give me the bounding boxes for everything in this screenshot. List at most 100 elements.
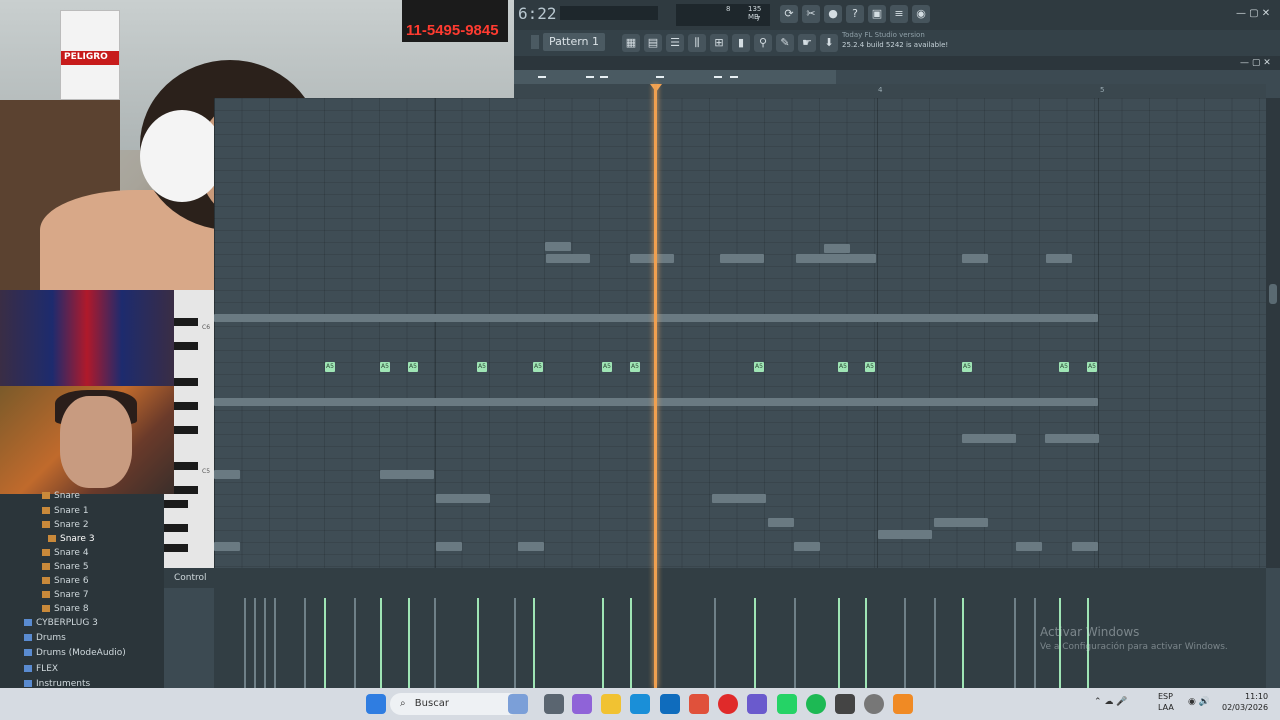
note-a5[interactable]: A5 [1087, 362, 1097, 372]
edge-icon[interactable] [630, 694, 650, 714]
note[interactable] [518, 542, 544, 551]
piano-roll-window-controls[interactable]: — ▢ ✕ [1240, 58, 1271, 68]
task-view-icon[interactable] [544, 694, 564, 714]
language-indicator[interactable]: ESP LAA [1158, 691, 1174, 713]
activate-windows-subtitle: Ve a Configuración para activar Windows. [1040, 642, 1228, 652]
mic-icon[interactable]: ● [824, 5, 842, 23]
browser-item[interactable]: Snare [42, 491, 80, 501]
help-icon[interactable]: ? [846, 5, 864, 23]
widgets-icon[interactable] [508, 694, 528, 714]
discord-icon[interactable] [747, 694, 767, 714]
pattern-selector[interactable]: Pattern 1 [543, 33, 605, 51]
note[interactable] [545, 242, 571, 251]
browser-item[interactable]: Snare 8 [42, 604, 89, 614]
note[interactable] [962, 434, 1016, 443]
note[interactable] [1046, 254, 1072, 263]
control-lane-label[interactable]: Control [164, 568, 216, 588]
note-a5[interactable]: A5 [477, 362, 487, 372]
window-controls[interactable]: — ▢ ✕ [1236, 8, 1270, 19]
timeline-ruler[interactable]: 4 5 [514, 84, 1266, 98]
note[interactable] [796, 254, 876, 263]
save-icon[interactable]: ▣ [868, 5, 886, 23]
note[interactable] [380, 470, 434, 479]
piano-roll-icon[interactable]: ▤ [644, 34, 662, 52]
copilot-icon[interactable] [572, 694, 592, 714]
note-a5[interactable]: A5 [408, 362, 418, 372]
note[interactable] [214, 542, 240, 551]
note[interactable] [1016, 542, 1042, 551]
activate-windows-title: Activar Windows [1040, 625, 1140, 639]
office-icon[interactable] [689, 694, 709, 714]
browser-item[interactable]: Snare 4 [42, 548, 89, 558]
note-a5[interactable]: A5 [630, 362, 640, 372]
note-a5[interactable]: A5 [602, 362, 612, 372]
download-icon[interactable]: ⬇ [820, 34, 838, 52]
opera-icon[interactable] [718, 694, 738, 714]
browser-folder[interactable]: CYBERPLUG 3 [24, 618, 98, 628]
note[interactable] [1072, 542, 1098, 551]
note-a5[interactable]: A5 [325, 362, 335, 372]
song-time: 6:22 [518, 4, 557, 23]
browser-icon[interactable]: ⊞ [710, 34, 728, 52]
note[interactable] [962, 254, 988, 263]
note[interactable] [560, 254, 586, 263]
note[interactable] [214, 470, 240, 479]
note-a5[interactable]: A5 [865, 362, 875, 372]
note[interactable] [1045, 434, 1099, 443]
prev-pattern-icon[interactable] [531, 35, 539, 49]
whatsapp-icon[interactable] [777, 694, 797, 714]
note-a5[interactable]: A5 [533, 362, 543, 372]
taskbar-search[interactable]: ⌕ Buscar [390, 693, 520, 715]
mixer-icon[interactable]: ≡ [890, 5, 908, 23]
spotify-icon[interactable] [806, 694, 826, 714]
outlook-icon[interactable] [660, 694, 680, 714]
note[interactable] [436, 542, 462, 551]
note[interactable] [436, 494, 490, 503]
note-a5[interactable]: A5 [962, 362, 972, 372]
browser-item[interactable]: Snare 1 [42, 506, 89, 516]
note[interactable] [824, 244, 850, 253]
network-sound-icon[interactable]: ◉ 🔊 [1188, 697, 1210, 707]
note[interactable] [768, 518, 794, 527]
plugin-icon[interactable]: ▮ [732, 34, 750, 52]
playlist-icon[interactable]: ☰ [666, 34, 684, 52]
channel-rack-icon[interactable]: ▦ [622, 34, 640, 52]
vertical-scrollbar[interactable] [1266, 98, 1280, 568]
cut-icon[interactable]: ✂ [802, 5, 820, 23]
note[interactable] [934, 518, 988, 527]
browser-folder[interactable]: Drums (ModeAudio) [24, 648, 126, 658]
browser-item[interactable]: Snare 5 [42, 562, 89, 572]
browser-item[interactable]: Snare 6 [42, 576, 89, 586]
note[interactable] [720, 254, 764, 263]
pattern-overview[interactable] [514, 70, 836, 84]
note-a5[interactable]: A5 [754, 362, 764, 372]
browser-folder[interactable]: Drums [24, 633, 66, 643]
app-icon[interactable] [835, 694, 855, 714]
browser-item-selected[interactable]: Snare 3 [48, 534, 95, 544]
brush-icon[interactable]: ✎ [776, 34, 794, 52]
browser-item[interactable]: Snare 7 [42, 590, 89, 600]
browser-item[interactable]: Snare 2 [42, 520, 89, 530]
piano-keyboard-lower[interactable] [164, 494, 214, 568]
system-clock[interactable]: 11:10 02/03/2026 [1222, 691, 1268, 713]
note[interactable] [794, 542, 820, 551]
loop-icon[interactable]: ⟳ [780, 5, 798, 23]
pick-icon[interactable]: ⚲ [754, 34, 772, 52]
chat-icon[interactable]: ◉ [912, 5, 930, 23]
note-grid[interactable]: A5 A5 A5 A5 A5 A5 A5 A5 A5 A5 A5 A5 A5 [214, 98, 1266, 568]
touch-icon[interactable]: ☛ [798, 34, 816, 52]
note[interactable] [712, 494, 766, 503]
windows-start-icon[interactable] [366, 694, 386, 714]
tray-icons[interactable]: ⌃ ☁ 🎤 [1094, 697, 1127, 707]
note-a5[interactable]: A5 [838, 362, 848, 372]
note[interactable] [878, 530, 932, 539]
browser-folder[interactable]: FLEX [24, 664, 58, 674]
news-panel[interactable]: Today FL Studio version 25.2.4 build 5242… [842, 30, 950, 54]
note-a5[interactable]: A5 [380, 362, 390, 372]
file-explorer-icon[interactable] [601, 694, 621, 714]
playhead[interactable] [654, 84, 657, 688]
mixer-view-icon[interactable]: ⫼ [688, 34, 706, 52]
note-a5[interactable]: A5 [1059, 362, 1069, 372]
fl-studio-icon[interactable] [893, 694, 913, 714]
chrome-icon[interactable] [864, 694, 884, 714]
